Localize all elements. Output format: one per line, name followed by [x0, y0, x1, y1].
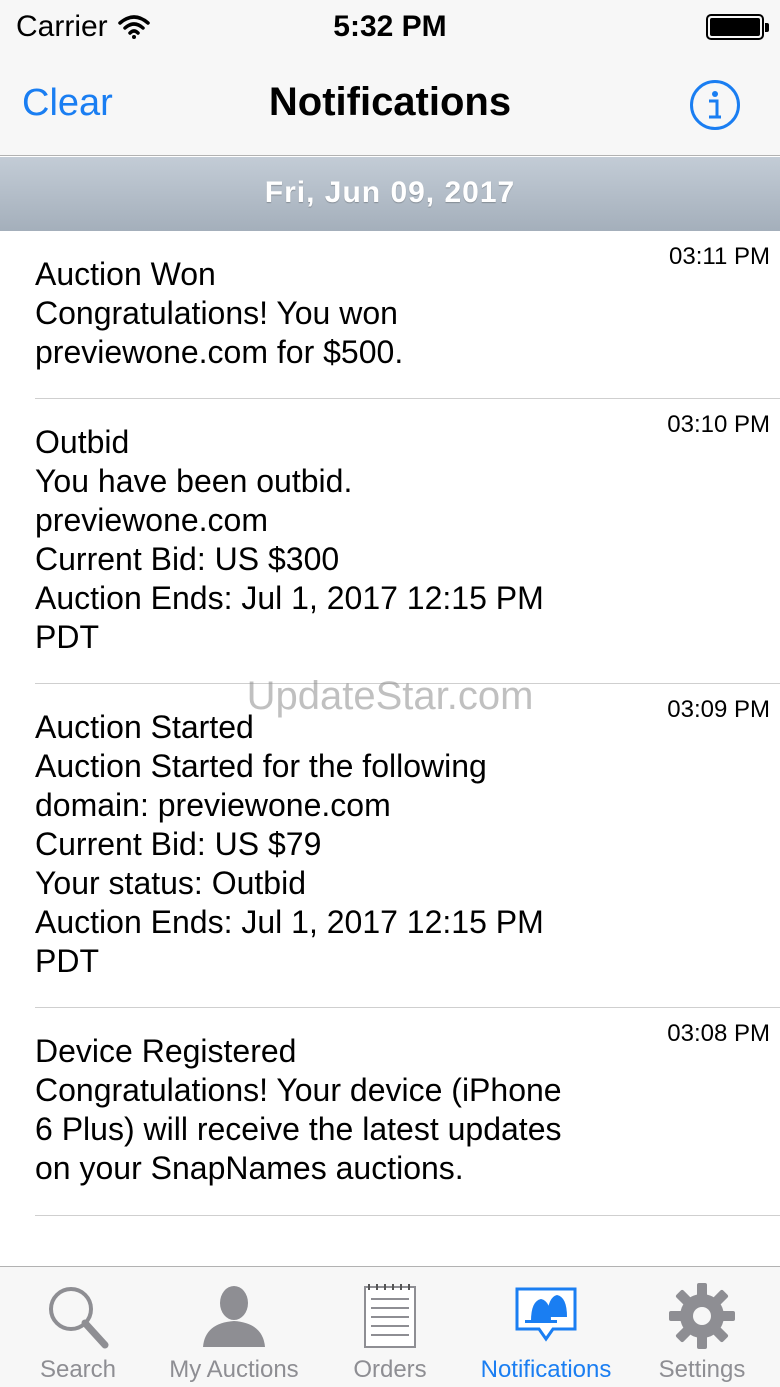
notifications-bell-icon — [515, 1287, 577, 1342]
notification-line: Congratulations! You won — [35, 295, 398, 331]
notification-time: 03:08 PM — [667, 1020, 770, 1047]
page-title: Notifications — [268, 80, 512, 124]
notification-item[interactable]: 03:11 PM Auction Won Congratulations! Yo… — [35, 231, 780, 399]
gear-icon — [669, 1283, 735, 1349]
notification-line: Auction Ends: Jul 1, 2017 12:15 PM — [35, 580, 544, 616]
notification-line: previewone.com for $500. — [35, 334, 404, 370]
info-icon — [709, 91, 721, 119]
notification-line: previewone.com — [35, 502, 268, 538]
tab-label: Settings — [658, 1356, 746, 1383]
tab-label: Search — [39, 1356, 117, 1383]
tab-label: Orders — [353, 1356, 427, 1383]
status-time: 5:32 PM — [333, 10, 447, 43]
tab-label: My Auctions — [169, 1356, 299, 1383]
notification-line: domain: previewone.com — [35, 787, 391, 823]
notification-line: Current Bid: US $79 — [35, 826, 322, 862]
notification-line: 6 Plus) will receive the latest updates — [35, 1111, 562, 1147]
tab-orders[interactable]: Orders — [312, 1267, 468, 1387]
tab-label: Notifications — [480, 1356, 612, 1383]
tab-settings[interactable]: Settings — [624, 1267, 780, 1387]
notification-time: 03:11 PM — [669, 243, 770, 270]
notepad-icon — [364, 1284, 416, 1348]
status-bar: Carrier 5:32 PM — [0, 0, 780, 56]
battery-icon — [706, 14, 769, 40]
tab-search[interactable]: Search — [0, 1267, 156, 1387]
notification-item[interactable]: 03:08 PM Device Registered Congratulatio… — [35, 1008, 780, 1216]
notification-line: Current Bid: US $300 — [35, 541, 340, 577]
notification-item[interactable]: 03:09 PM Auction Started Auction Started… — [35, 684, 780, 1008]
notification-list: 03:11 PM Auction Won Congratulations! Yo… — [0, 231, 780, 1216]
notification-time: 03:09 PM — [667, 696, 770, 723]
notification-line: on your SnapNames auctions. — [35, 1150, 464, 1186]
notification-line: PDT — [35, 943, 99, 979]
notification-title: Auction Won — [35, 256, 216, 292]
person-icon — [203, 1286, 265, 1347]
notification-line: PDT — [35, 619, 99, 655]
tab-my-auctions[interactable]: My Auctions — [156, 1267, 312, 1387]
notification-title: Outbid — [35, 424, 130, 460]
date-section-header: Fri, Jun 09, 2017 — [0, 157, 780, 231]
magnifier-icon — [49, 1287, 109, 1349]
notification-line: You have been outbid. — [35, 463, 353, 499]
clear-button[interactable]: Clear — [22, 82, 113, 125]
notification-line: Congratulations! Your device (iPhone — [35, 1072, 562, 1108]
notification-line: Your status: Outbid — [35, 865, 306, 901]
navigation-bar: Clear Notifications — [0, 56, 780, 156]
notification-line: Auction Started for the following — [35, 748, 487, 784]
notification-time: 03:10 PM — [667, 411, 770, 438]
tab-notifications[interactable]: Notifications — [468, 1267, 624, 1387]
notification-title: Device Registered — [35, 1033, 297, 1069]
info-button[interactable] — [690, 80, 740, 130]
notification-title: Auction Started — [35, 709, 254, 745]
notification-item[interactable]: 03:10 PM Outbid You have been outbid. pr… — [35, 399, 780, 684]
tab-bar: Search My Auctions Orders Notifications — [0, 1266, 780, 1387]
notification-line: Auction Ends: Jul 1, 2017 12:15 PM — [35, 904, 544, 940]
